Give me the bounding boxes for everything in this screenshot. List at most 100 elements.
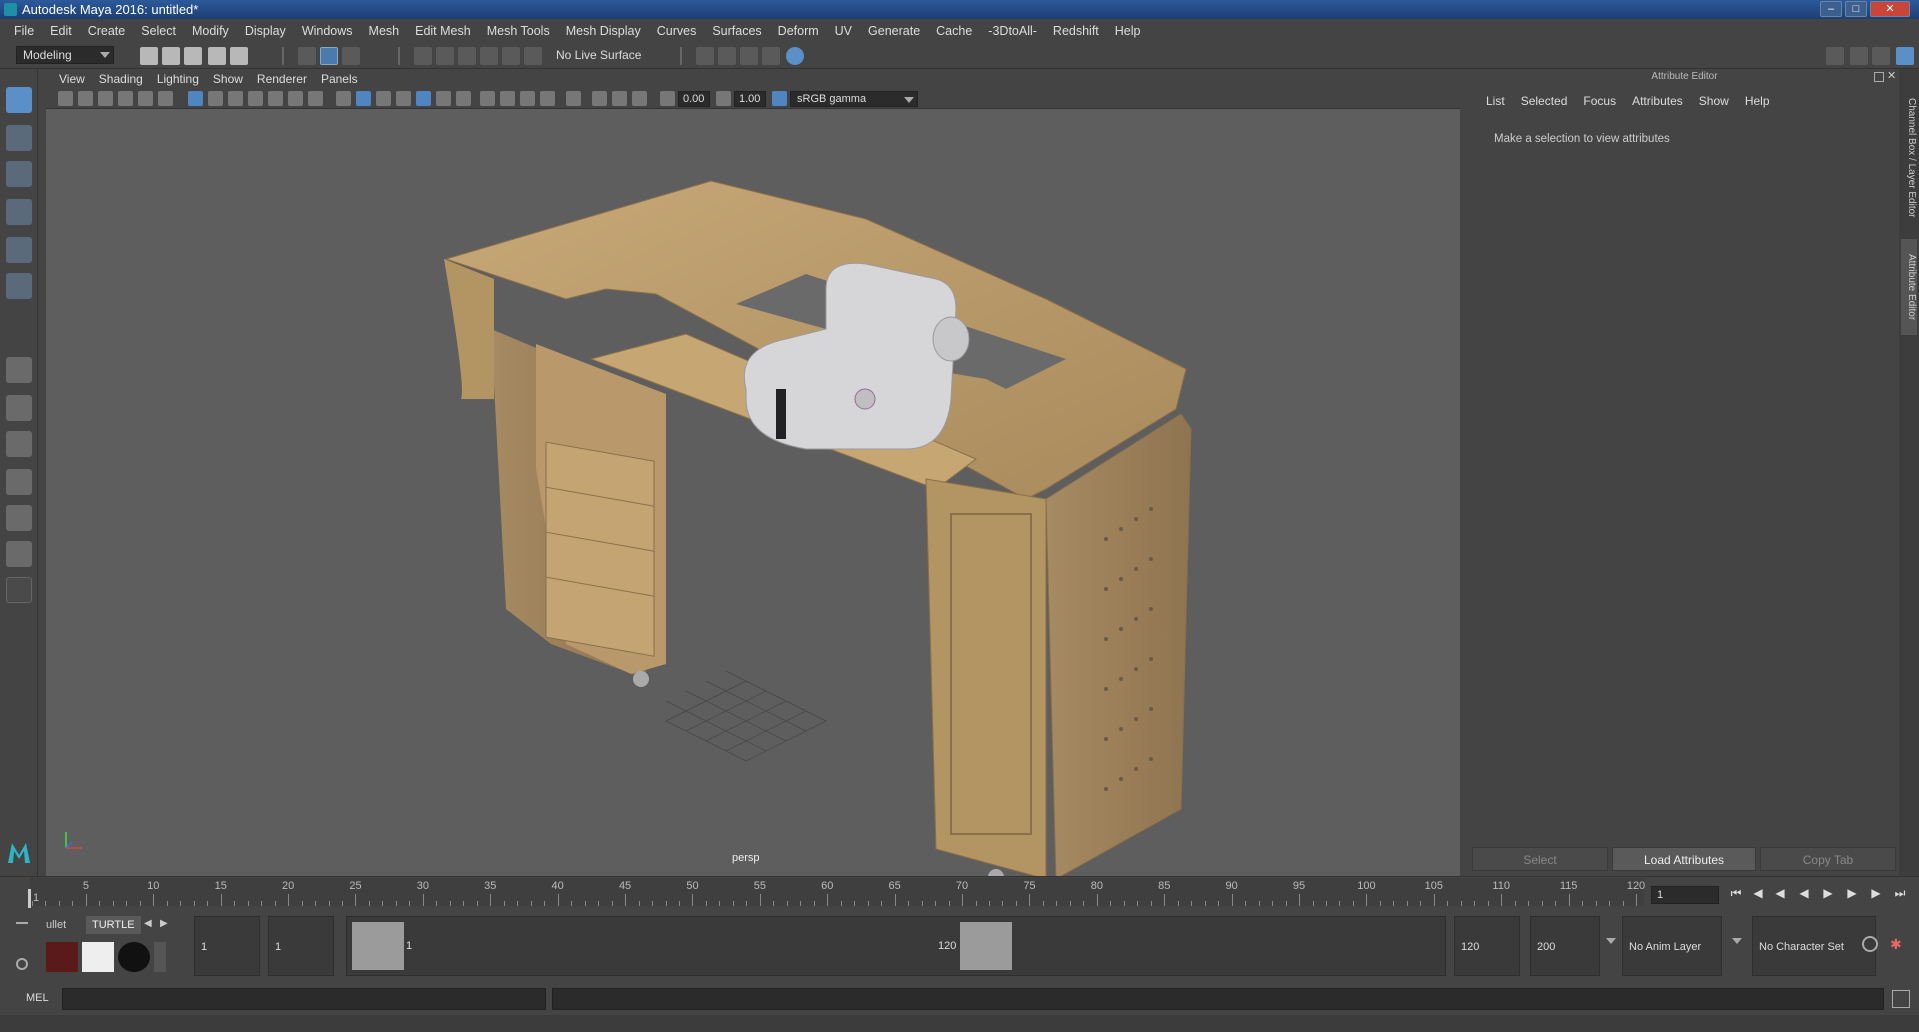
ae-menu-list[interactable]: List — [1478, 94, 1513, 108]
snap-to-grid-icon[interactable] — [414, 47, 432, 65]
lasso-tool-icon[interactable] — [6, 125, 32, 151]
color-management-icon[interactable] — [772, 91, 787, 106]
render-view-icon[interactable] — [718, 47, 736, 65]
menu-redshift[interactable]: Redshift — [1045, 24, 1107, 38]
channel-box-tab[interactable]: Channel Box / Layer Editor — [1901, 83, 1917, 233]
live-surface-field[interactable]: No Live Surface — [550, 47, 648, 65]
chevron-down-icon[interactable] — [1732, 938, 1742, 944]
select-camera-icon[interactable] — [58, 91, 73, 106]
use-all-lights-icon[interactable] — [436, 91, 451, 106]
anti-aliasing-icon[interactable] — [520, 91, 535, 106]
current-time-indicator[interactable] — [28, 889, 31, 908]
exposure-field[interactable]: 0.00 — [678, 91, 710, 107]
paint-select-tool-icon[interactable] — [6, 161, 32, 187]
range-start-handle[interactable] — [352, 922, 404, 970]
panel-menu-lighting[interactable]: Lighting — [150, 72, 206, 86]
open-scene-icon[interactable] — [162, 47, 180, 65]
persp-uv-layout-icon[interactable] — [6, 541, 32, 567]
channel-box-toggle-icon[interactable] — [1896, 47, 1914, 65]
snap-together-icon[interactable] — [524, 47, 542, 65]
bookmark-icon[interactable] — [98, 91, 113, 106]
hypershade-icon[interactable] — [786, 47, 804, 65]
smooth-shade-icon[interactable] — [356, 91, 371, 106]
ae-menu-help[interactable]: Help — [1737, 94, 1778, 108]
snap-to-curve-icon[interactable] — [436, 47, 454, 65]
screen-space-ao-icon[interactable] — [480, 91, 495, 106]
close-panel-icon[interactable]: ✕ — [1887, 69, 1896, 82]
script-editor-icon[interactable] — [1892, 990, 1910, 1008]
shelf-settings-icon[interactable] — [16, 958, 28, 970]
snap-to-point-icon[interactable] — [458, 47, 476, 65]
end-time-field[interactable]: 200 — [1530, 916, 1600, 976]
use-default-material-icon[interactable] — [376, 91, 391, 106]
perspective-viewport[interactable]: persp — [46, 69, 1460, 876]
shadows-icon[interactable] — [456, 91, 471, 106]
ae-select-button[interactable]: Select — [1472, 847, 1608, 871]
xray-icon[interactable] — [592, 91, 607, 106]
attribute-editor-tab[interactable]: Attribute Editor — [1901, 239, 1917, 335]
grid-toggle-icon[interactable] — [188, 91, 203, 106]
menu-create[interactable]: Create — [80, 24, 134, 38]
menu-generate[interactable]: Generate — [860, 24, 928, 38]
select-tool-icon[interactable] — [6, 87, 32, 113]
resolution-gate-icon[interactable] — [228, 91, 243, 106]
ae-menu-show[interactable]: Show — [1691, 94, 1737, 108]
grease-pencil-icon[interactable] — [158, 91, 173, 106]
panel-menu-renderer[interactable]: Renderer — [250, 72, 314, 86]
menu-deform[interactable]: Deform — [770, 24, 827, 38]
undo-icon[interactable] — [208, 47, 226, 65]
close-button[interactable]: ✕ — [1870, 1, 1910, 17]
gate-mask-icon[interactable] — [248, 91, 263, 106]
go-to-end-icon[interactable]: ⏭ — [1892, 886, 1908, 900]
command-language-label[interactable]: MEL — [26, 992, 49, 1004]
scale-tool-icon[interactable] — [6, 273, 32, 299]
menu-uv[interactable]: UV — [827, 24, 860, 38]
render-settings-icon[interactable] — [696, 47, 714, 65]
chevron-down-icon[interactable] — [1606, 938, 1616, 944]
minimize-button[interactable]: – — [1820, 1, 1842, 17]
range-end-handle[interactable] — [960, 922, 1012, 970]
go-to-start-icon[interactable]: ⏮ — [1728, 886, 1744, 900]
modeling-toolkit-icon[interactable] — [1826, 47, 1844, 65]
ae-menu-attributes[interactable]: Attributes — [1624, 94, 1691, 108]
safe-title-icon[interactable] — [308, 91, 323, 106]
float-panel-icon[interactable] — [1874, 72, 1884, 82]
image-plane-icon[interactable] — [118, 91, 133, 106]
gamma-icon[interactable] — [716, 91, 731, 106]
menu-edit-mesh[interactable]: Edit Mesh — [407, 24, 479, 38]
four-view-layout-icon[interactable] — [6, 395, 32, 421]
current-frame-field[interactable]: 1 — [1651, 886, 1719, 904]
start-time-field[interactable]: 1 — [194, 916, 260, 976]
menu-file[interactable]: File — [6, 24, 42, 38]
gamma-field[interactable]: 1.00 — [734, 91, 766, 107]
snap-to-surface-icon[interactable] — [502, 47, 520, 65]
field-chart-icon[interactable] — [268, 91, 283, 106]
menu-windows[interactable]: Windows — [294, 24, 361, 38]
shelf-scroll-left-icon[interactable]: ◀ — [144, 918, 152, 929]
step-forward-frame-icon[interactable]: ▶ — [1868, 886, 1884, 900]
attribute-editor-toggle-icon[interactable] — [1850, 47, 1868, 65]
select-by-hierarchy-icon[interactable] — [298, 47, 316, 65]
2d-pan-zoom-icon[interactable] — [138, 91, 153, 106]
load-attributes-button[interactable]: Load Attributes — [1612, 847, 1756, 871]
step-forward-key-icon[interactable]: ▶ — [1844, 886, 1860, 900]
menu-3dtoall[interactable]: -3DtoAll- — [980, 24, 1045, 38]
menu-edit[interactable]: Edit — [42, 24, 80, 38]
single-perspective-layout-icon[interactable] — [6, 357, 32, 383]
play-backward-icon[interactable]: ◀ — [1796, 886, 1812, 900]
shelf-tab-bullet[interactable]: ullet — [40, 916, 72, 934]
character-set-dropdown[interactable]: No Character Set — [1752, 916, 1876, 976]
animation-preferences-icon[interactable]: ✱ — [1890, 936, 1908, 952]
copy-tab-button[interactable]: Copy Tab — [1760, 847, 1896, 871]
mode-dropdown[interactable]: Modeling — [16, 46, 114, 64]
redo-icon[interactable] — [230, 47, 248, 65]
render-frame-icon[interactable] — [740, 47, 758, 65]
rotate-tool-icon[interactable] — [6, 237, 32, 263]
new-scene-icon[interactable] — [140, 47, 158, 65]
depth-of-field-icon[interactable] — [540, 91, 555, 106]
menu-modify[interactable]: Modify — [184, 24, 237, 38]
persp-hypershade-layout-icon[interactable] — [6, 505, 32, 531]
view-transform-dropdown[interactable]: sRGB gamma — [790, 91, 918, 107]
command-input[interactable] — [62, 988, 546, 1010]
select-by-object-icon[interactable] — [320, 47, 338, 65]
